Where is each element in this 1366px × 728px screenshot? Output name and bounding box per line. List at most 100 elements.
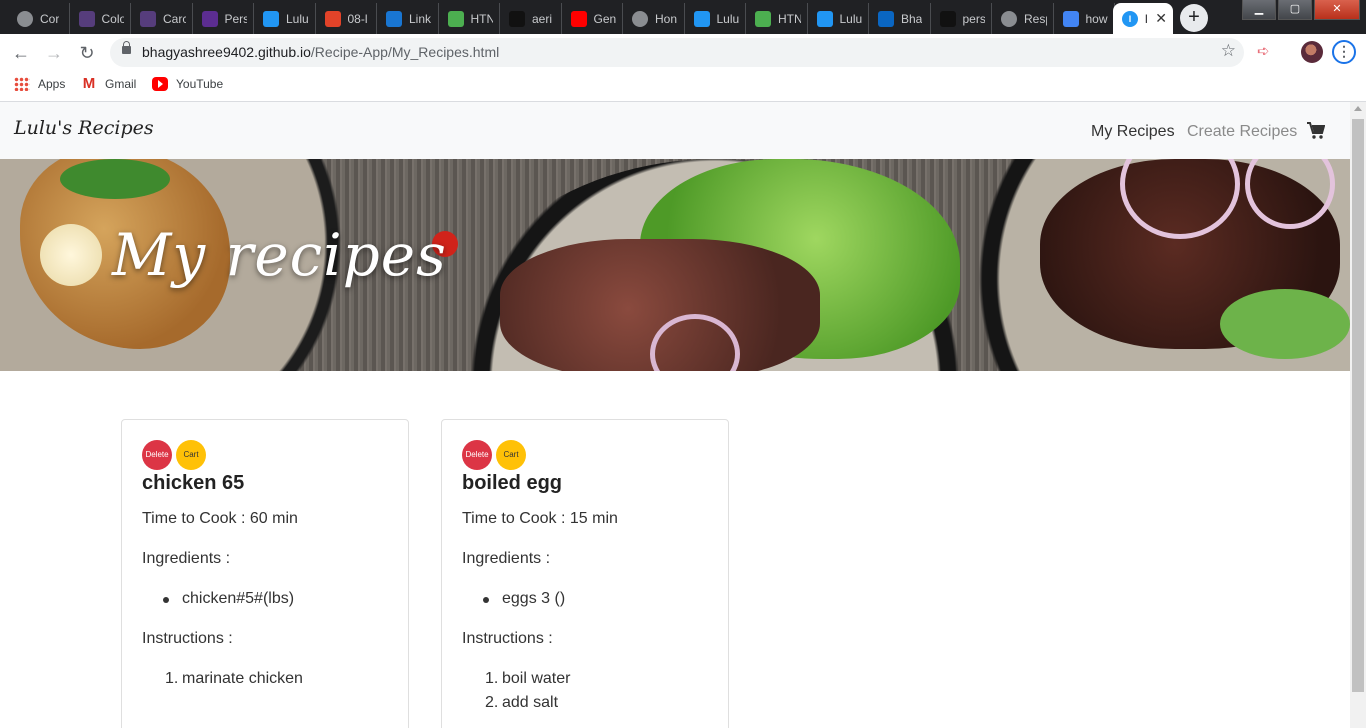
site-brand[interactable]: Lulu's Recipes (14, 117, 154, 139)
tab-12[interactable]: HTN (746, 3, 808, 34)
tab-label: Resp (1024, 11, 1047, 26)
recipe-title: chicken 65 (142, 472, 245, 494)
window-controls: ▁ ▢ ✕ (1240, 0, 1360, 20)
site-navbar: Lulu's Recipes My Recipes Create Recipes (0, 102, 1350, 159)
bookmark-gmail[interactable]: M Gmail (81, 76, 137, 91)
step-number: 1. (165, 670, 179, 687)
tab-label: Lulu (716, 11, 740, 26)
hero-herb-left (60, 159, 170, 199)
hero-banner: My recipes (0, 159, 1350, 371)
recipe-card: Delete Cart boiled egg Time to Cook : 15 mi… (441, 419, 729, 728)
forward-button[interactable]: → (41, 40, 67, 66)
tab-7[interactable]: HTN (439, 3, 500, 34)
youtube-icon (152, 77, 168, 91)
scroll-up-icon[interactable] (1354, 106, 1362, 111)
lulu-icon: l (1122, 10, 1138, 27)
tab-3[interactable]: Pers (193, 3, 254, 34)
tab-11[interactable]: Lulu (685, 3, 746, 34)
tab-5[interactable]: 08-l (316, 3, 377, 34)
ingredients-heading: Ingredients : (142, 550, 231, 567)
bullet-icon (163, 597, 169, 603)
profile-avatar[interactable] (1301, 41, 1323, 63)
coolors-icon (201, 10, 218, 27)
page-viewport: Lulu's Recipes My Recipes Create Recipes… (0, 102, 1350, 728)
nav-my-recipes[interactable]: My Recipes (1091, 123, 1175, 141)
bootstrap-icon (78, 10, 95, 27)
tab-1[interactable]: Colo (70, 3, 131, 34)
tab-13[interactable]: Lulu (808, 3, 869, 34)
reload-button[interactable]: ↻ (74, 40, 100, 66)
tab-label: Carc (163, 11, 186, 26)
maximize-button[interactable]: ▢ (1278, 0, 1312, 20)
close-window-button[interactable]: ✕ (1314, 0, 1360, 20)
tab-6[interactable]: Link (377, 3, 439, 34)
tab-label: Lulu (839, 11, 863, 26)
step-number: 1. (485, 670, 499, 687)
youtube-icon (570, 10, 587, 27)
tab-label: Bha (901, 11, 923, 26)
apps-grid-icon (14, 77, 30, 91)
bookmark-star-icon[interactable]: ☆ (1221, 41, 1236, 61)
bookmark-apps[interactable]: Apps (14, 77, 65, 91)
url-text: bhagyashree9402.github.io/Recipe-App/My_… (142, 44, 499, 60)
delete-button[interactable]: Delete (462, 440, 492, 470)
hero-greens-right (1220, 289, 1350, 359)
tab-label: Hon (655, 11, 678, 26)
google-icon (1062, 10, 1079, 27)
tab-17[interactable]: how (1054, 3, 1115, 34)
tab-label: how (1085, 11, 1108, 26)
cook-time: Time to Cook : 60 min (142, 510, 298, 527)
tab-4[interactable]: Lulu (254, 3, 316, 34)
tab-2[interactable]: Carc (131, 3, 193, 34)
tab-label: aeri (532, 11, 553, 26)
tab-10[interactable]: Hon (623, 3, 685, 34)
tab-label: 08-l (347, 11, 368, 26)
extension-icon[interactable]: ➪ (1257, 42, 1270, 60)
minimize-button[interactable]: ▁ (1242, 0, 1276, 20)
page-scrollbar[interactable] (1350, 102, 1366, 728)
tab-8[interactable]: aeri (500, 3, 562, 34)
globe-icon (632, 10, 648, 27)
delete-button[interactable]: Delete (142, 440, 172, 470)
w3-icon (755, 10, 771, 27)
bookmark-youtube[interactable]: YouTube (152, 77, 223, 91)
globe-icon (17, 10, 33, 27)
scrollbar-thumb[interactable] (1352, 119, 1364, 692)
tab-14[interactable]: Bha (869, 3, 931, 34)
add-to-cart-button[interactable]: Cart (176, 440, 206, 470)
tab-label: Cor (40, 11, 60, 26)
tab-0[interactable]: Cor (8, 3, 70, 34)
add-to-cart-button[interactable]: Cart (496, 440, 526, 470)
blocks-icon (509, 10, 525, 27)
close-tab-icon[interactable]: ✕ (1155, 10, 1167, 27)
shopping-cart-icon[interactable] (1307, 122, 1325, 140)
tab-9[interactable]: Gen (562, 3, 623, 34)
nav-create-recipes[interactable]: Create Recipes (1187, 123, 1297, 141)
browser-toolbar: ← → ↻ bhagyashree9402.github.io/Recipe-A… (0, 34, 1366, 71)
menu-kebab-icon[interactable]: ⋮ (1332, 40, 1356, 64)
lulu-icon (816, 10, 833, 27)
address-bar[interactable]: bhagyashree9402.github.io/Recipe-App/My_… (110, 38, 1244, 67)
tab-label: Link (409, 11, 432, 26)
recipe-title: boiled egg (462, 472, 562, 494)
ingredients-heading: Ingredients : (462, 550, 551, 567)
back-button[interactable]: ← (8, 40, 34, 66)
tab-active-label: l (1145, 11, 1148, 26)
tab-15[interactable]: pers (931, 3, 992, 34)
instruction-item: add salt (502, 694, 559, 711)
tab-label: Pers (224, 11, 248, 26)
linkedin-icon (878, 10, 894, 27)
globe-icon (1001, 10, 1017, 27)
tab-label: HTN (778, 11, 801, 26)
recipe-card: Delete Cart chicken 65 Time to Cook : 60 mi… (121, 419, 409, 728)
bookmarks-bar: Apps M Gmail YouTube (0, 71, 1366, 102)
tab-16[interactable]: Resp (992, 3, 1054, 34)
new-tab-button[interactable]: + (1180, 4, 1208, 32)
url-path: /Recipe-App/My_Recipes.html (310, 44, 500, 60)
bookmark-apps-label: Apps (38, 77, 66, 91)
url-host: bhagyashree9402.github.io (142, 44, 311, 60)
tab-label: pers (962, 11, 986, 26)
tab-active[interactable]: l l ✕ (1113, 3, 1173, 34)
instructions-heading: Instructions : (142, 630, 233, 647)
tab-label: Lulu (286, 11, 309, 26)
